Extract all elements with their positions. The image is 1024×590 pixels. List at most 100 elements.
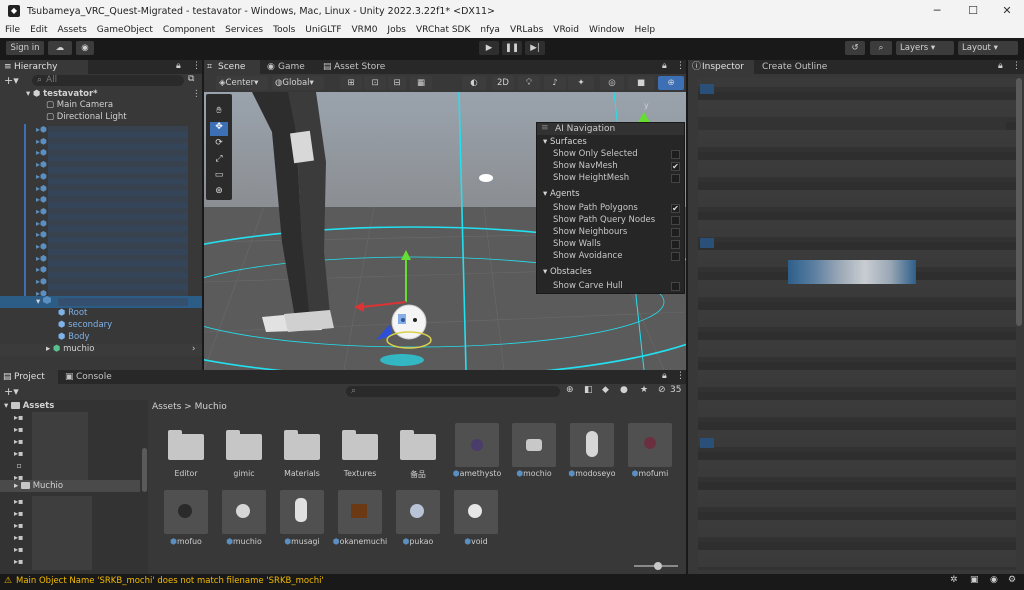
- more-icon[interactable]: ⋮: [676, 371, 685, 381]
- global-dropdown[interactable]: ◍Global▾: [272, 76, 324, 90]
- minimize-button[interactable]: ─: [920, 0, 954, 22]
- blurred-object-list[interactable]: [24, 124, 200, 302]
- menu-nfya[interactable]: nfya: [475, 25, 505, 35]
- cloud-icon[interactable]: ☁: [48, 41, 72, 55]
- more-icon[interactable]: ⋮: [192, 61, 201, 71]
- tab-asset-store[interactable]: ▤ Asset Store: [320, 60, 394, 74]
- grid-icon[interactable]: ⊞: [340, 76, 362, 90]
- hierarchy-search-input[interactable]: ⌕ All: [32, 75, 184, 86]
- gizmos-icon[interactable]: ⊕: [658, 76, 684, 90]
- add-icon[interactable]: +▾: [4, 385, 19, 398]
- history-icon[interactable]: ↺: [845, 41, 865, 55]
- show-neighbours-checkbox[interactable]: [671, 228, 680, 237]
- breadcrumb-assets[interactable]: Assets: [152, 402, 181, 412]
- menu-vrlabs[interactable]: VRLabs: [505, 25, 548, 35]
- close-button[interactable]: ✕: [990, 0, 1024, 22]
- tree-item-assets[interactable]: ▾ Assets: [0, 400, 148, 412]
- show-carve-hull-checkbox[interactable]: [671, 282, 680, 291]
- menu-vrm0[interactable]: VRM0: [347, 25, 383, 35]
- layers-dropdown[interactable]: Layers ▾: [896, 41, 954, 55]
- hierarchy-item-secondary[interactable]: ⬢ secondary: [0, 320, 202, 332]
- show-only-selected-checkbox[interactable]: [671, 150, 680, 159]
- thumbnail-size-slider[interactable]: [634, 562, 678, 570]
- prefab-thumbnail-mofumi[interactable]: [628, 423, 672, 467]
- tools-icon[interactable]: ▦: [410, 76, 432, 90]
- 2d-toggle-button[interactable]: 2D: [492, 76, 514, 90]
- prefab-thumbnail-muchio[interactable]: [222, 490, 266, 534]
- prefab-thumbnail-okanemuchi[interactable]: [338, 490, 382, 534]
- more-icon[interactable]: ⋮: [676, 61, 685, 71]
- menu-component[interactable]: Component: [158, 25, 220, 35]
- hierarchy-item-root[interactable]: ⬢ Root: [0, 308, 202, 320]
- info-icon[interactable]: ●: [620, 385, 628, 395]
- prefab-thumbnail-amethysto[interactable]: [455, 423, 499, 467]
- progress-icon[interactable]: ◉: [990, 575, 998, 585]
- show-avoidance-checkbox[interactable]: [671, 252, 680, 261]
- show-path-polygons-checkbox[interactable]: ✔: [671, 204, 680, 213]
- tab-create-outline[interactable]: Create Outline: [748, 60, 828, 74]
- move-tool-icon[interactable]: ✥: [210, 122, 228, 136]
- transform-tool-icon[interactable]: ⊛: [210, 186, 228, 200]
- menu-tools[interactable]: Tools: [268, 25, 300, 35]
- menu-gameobject[interactable]: GameObject: [92, 25, 158, 35]
- folder-materials[interactable]: [284, 430, 320, 460]
- lighting-icon[interactable]: 💡︎: [518, 76, 540, 90]
- project-search-input[interactable]: ⌕: [346, 386, 560, 397]
- snap-icon[interactable]: ⊡: [364, 76, 386, 90]
- show-navmesh-checkbox[interactable]: ✔: [671, 162, 680, 171]
- lock-icon[interactable]: 🔒︎: [998, 61, 1003, 71]
- prefab-thumbnail-pukao[interactable]: [396, 490, 440, 534]
- folder-textures[interactable]: [342, 430, 378, 460]
- folder-gimic[interactable]: [226, 430, 262, 460]
- lock-icon[interactable]: 🔒︎: [662, 371, 667, 381]
- maximize-button[interactable]: ☐: [956, 0, 990, 22]
- more-icon[interactable]: ⋮: [1012, 61, 1021, 71]
- inspector-scrollbar[interactable]: [1016, 78, 1022, 326]
- folder-editor[interactable]: [168, 430, 204, 460]
- drag-handle-icon[interactable]: ≡: [541, 123, 549, 133]
- obstacles-section[interactable]: ▾ Obstacles: [543, 267, 592, 277]
- debug-icon[interactable]: ✲: [950, 575, 958, 585]
- label-icon[interactable]: ◆: [602, 385, 609, 395]
- slider-handle[interactable]: [654, 562, 662, 570]
- shading-mode-icon[interactable]: ◐: [462, 76, 486, 90]
- tab-inspector[interactable]: ⓘ Inspector: [688, 60, 754, 74]
- lock-icon[interactable]: 🔒︎: [662, 61, 667, 71]
- hierarchy-selected-row[interactable]: ▾: [0, 296, 202, 308]
- hidden-objects-icon[interactable]: ◎: [600, 76, 624, 90]
- menu-assets[interactable]: Assets: [53, 25, 92, 35]
- prefab-thumbnail-void[interactable]: [454, 490, 498, 534]
- effects-icon[interactable]: ✦: [568, 76, 594, 90]
- favorite-icon[interactable]: ★: [640, 385, 648, 395]
- more-icon[interactable]: ⋮: [192, 89, 201, 101]
- menu-vroid[interactable]: VRoid: [548, 25, 584, 35]
- hierarchy-item-body[interactable]: ⬢ Body: [0, 332, 202, 344]
- add-icon[interactable]: +▾: [4, 74, 19, 87]
- tab-game[interactable]: ◉ Game: [264, 60, 322, 74]
- audio-icon[interactable]: ♪: [544, 76, 566, 90]
- play-button[interactable]: ▶: [479, 41, 499, 55]
- menu-vrchat-sdk[interactable]: VRChat SDK: [411, 25, 475, 35]
- menu-services[interactable]: Services: [220, 25, 268, 35]
- rotate-tool-icon[interactable]: ⟳: [210, 138, 228, 152]
- hidden-packages-icon[interactable]: ⊘: [658, 385, 666, 395]
- tab-hierarchy[interactable]: ≡ Hierarchy: [0, 60, 88, 74]
- menu-file[interactable]: File: [0, 25, 25, 35]
- notifications-icon[interactable]: ⚙: [1008, 575, 1016, 585]
- layout-dropdown[interactable]: Layout ▾: [958, 41, 1018, 55]
- hierarchy-item-muchio[interactable]: ▸ ⬢ muchio ›: [0, 344, 202, 356]
- hierarchy-item-directional-light[interactable]: ▢ Directional Light: [0, 112, 202, 124]
- prefab-thumbnail-musagi[interactable]: [280, 490, 324, 534]
- step-button[interactable]: ▶|: [525, 41, 545, 55]
- cache-server-icon[interactable]: ▣: [970, 575, 979, 585]
- sign-in-button[interactable]: Sign in: [6, 41, 44, 55]
- lock-icon[interactable]: 🔒︎: [176, 61, 181, 71]
- status-message[interactable]: Main Object Name 'SRKB_mochi' does not m…: [16, 576, 324, 586]
- tab-project[interactable]: ▤ Project: [0, 370, 58, 384]
- pivot-center-dropdown[interactable]: ◈Center▾: [216, 76, 268, 90]
- menu-window[interactable]: Window: [584, 25, 630, 35]
- search-by-type-icon[interactable]: ⊕: [566, 385, 574, 395]
- tab-console[interactable]: ▣ Console: [62, 370, 120, 384]
- prefab-thumbnail-mofuo[interactable]: [164, 490, 208, 534]
- menu-unigltf[interactable]: UniGLTF: [300, 25, 346, 35]
